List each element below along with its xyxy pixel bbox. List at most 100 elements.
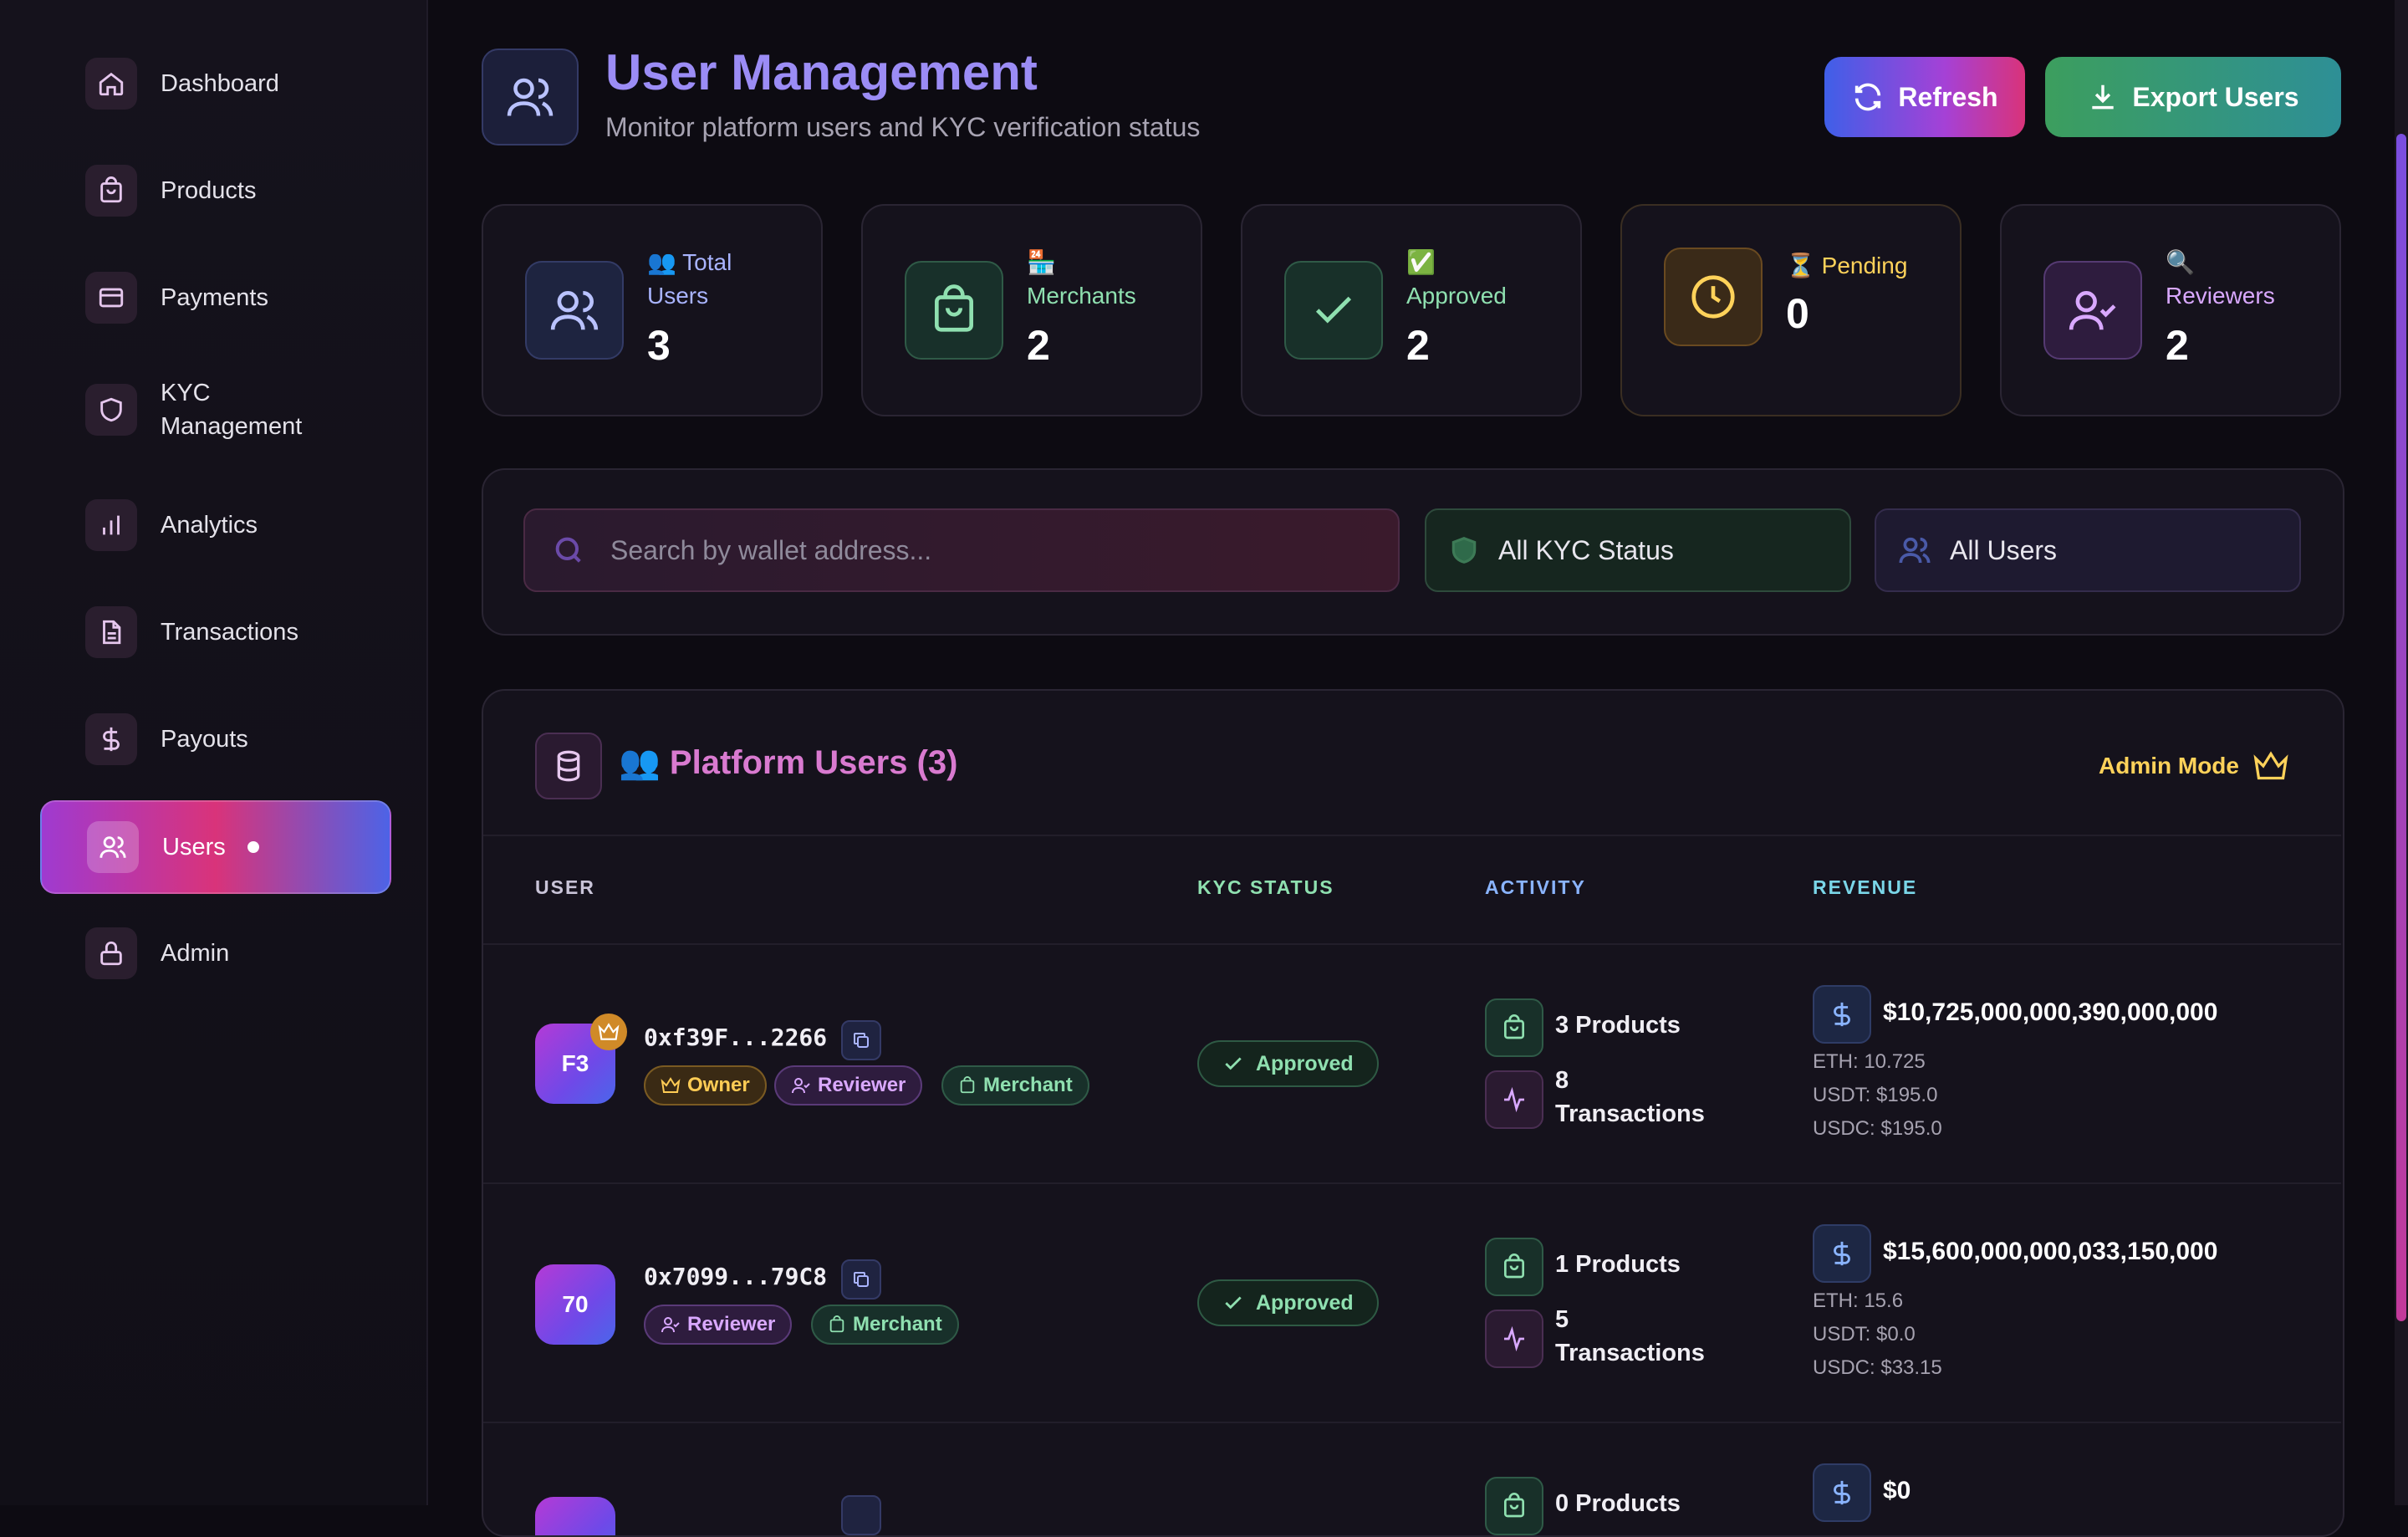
bag-icon — [1485, 1238, 1543, 1296]
copy-address-button[interactable] — [841, 1259, 881, 1300]
kyc-status-text: Approved — [1256, 1051, 1354, 1075]
avatar-initials: 70 — [562, 1291, 589, 1317]
reviewer-tag: Reviewer — [644, 1305, 793, 1345]
products-count: 1 Products — [1555, 1251, 1681, 1278]
products-count: 0 Products — [1555, 1490, 1681, 1517]
user-type-select[interactable]: All Users — [1875, 508, 2301, 592]
sidebar-item-users[interactable]: Users — [40, 800, 391, 894]
avatar-initials: F3 — [561, 1050, 589, 1076]
sidebar-item-analytics[interactable]: Analytics — [40, 480, 388, 570]
sidebar-item-label: Payouts — [161, 726, 248, 753]
user-check-icon — [2043, 261, 2142, 360]
stat-label: ⏳ Pending — [1786, 249, 1907, 283]
dollar-icon — [85, 713, 137, 765]
revenue-usdc: USDC: $33.15 — [1813, 1356, 1942, 1379]
sidebar-item-label: KYC Management — [161, 376, 302, 443]
refresh-icon — [1855, 83, 1881, 111]
tag-label: Reviewer — [818, 1074, 906, 1096]
avatar — [535, 1497, 615, 1535]
stat-label: ✅ Approved — [1406, 246, 1507, 313]
shield-icon — [85, 384, 137, 436]
revenue-usdt: USDT: $195.0 — [1813, 1084, 1938, 1106]
stat-value: 2 — [1027, 322, 1050, 369]
stat-label: 🔍 Reviewers — [2166, 246, 2275, 313]
label-line: KYC — [161, 380, 211, 406]
shield-icon — [1451, 537, 1477, 564]
kyc-status-value: All KYC Status — [1498, 534, 1674, 565]
label-line: Pending — [1821, 253, 1908, 278]
wallet-address: 0xf39F...2266 — [644, 1024, 828, 1051]
check-icon — [1284, 261, 1383, 360]
sidebar-item-kyc-management[interactable]: KYC Management — [40, 365, 388, 455]
label-line: Merchants — [1027, 283, 1136, 309]
stat-label: 👥 Total Users — [647, 246, 732, 313]
admin-mode-label: Admin Mode — [2099, 753, 2239, 779]
revenue-usdt: USDT: $0.0 — [1813, 1323, 1916, 1346]
sidebar-item-products[interactable]: Products — [40, 146, 388, 236]
label-line: Reviewers — [2166, 283, 2275, 309]
emoji: 🏪 — [1027, 249, 1056, 275]
merchant-tag: Merchant — [941, 1065, 1089, 1106]
export-users-button[interactable]: Export Users — [2045, 57, 2341, 137]
kyc-status-text: Approved — [1256, 1290, 1354, 1315]
sidebar-item-payouts[interactable]: Payouts — [40, 694, 388, 784]
users-icon — [525, 261, 624, 360]
revenue-total: $15,600,000,000,033,150,000 — [1883, 1238, 2218, 1265]
emoji: ✅ — [1406, 249, 1436, 275]
document-icon — [85, 606, 137, 658]
bar-chart-icon — [85, 499, 137, 551]
label-line: Approved — [1406, 283, 1507, 309]
sidebar-item-label: Analytics — [161, 512, 258, 539]
copy-icon — [854, 1033, 869, 1048]
stat-card-approved: ✅ Approved 2 — [1241, 204, 1582, 416]
bag-icon — [1485, 998, 1543, 1057]
stat-value: 0 — [1786, 290, 1809, 337]
crown-icon — [590, 1014, 627, 1050]
platform-users-table: 👥 Platform Users (3) Admin Mode USER KYC… — [482, 689, 2344, 1537]
kyc-status-badge: Approved — [1197, 1279, 1379, 1326]
main-content: User Management Monitor platform users a… — [428, 0, 2385, 1537]
page-title: User Management — [605, 44, 1038, 100]
refresh-button[interactable]: Refresh — [1824, 57, 2025, 137]
stat-card-merchants: 🏪 Merchants 2 — [861, 204, 1202, 416]
label-line: Total — [682, 249, 732, 275]
dollar-icon — [1813, 1463, 1871, 1522]
bag-icon — [85, 165, 137, 217]
sidebar-item-transactions[interactable]: Transactions — [40, 587, 388, 677]
activity-icon — [1485, 1310, 1543, 1368]
search-input[interactable]: Search by wallet address... — [523, 508, 1400, 592]
stat-value: 2 — [2166, 322, 2189, 369]
scrollbar[interactable] — [2395, 0, 2408, 1505]
sidebar-item-admin[interactable]: Admin — [40, 908, 388, 998]
bag-icon — [905, 261, 1003, 360]
home-icon — [85, 58, 137, 110]
merchant-tag: Merchant — [811, 1305, 959, 1345]
emoji: 🔍 — [2166, 249, 2195, 275]
sidebar-item-label: Transactions — [161, 619, 298, 646]
sidebar: Dashboard Products Payments KYC Manageme… — [0, 0, 428, 1505]
products-count: 3 Products — [1555, 1012, 1681, 1039]
sidebar-item-dashboard[interactable]: Dashboard — [40, 38, 388, 129]
users-icon — [482, 49, 579, 146]
divider — [483, 1422, 2341, 1423]
tag-label: Reviewer — [687, 1313, 776, 1335]
copy-address-button[interactable] — [841, 1495, 881, 1535]
column-header-revenue: REVENUE — [1813, 876, 1918, 898]
emoji: ⏳ — [1786, 253, 1815, 278]
admin-mode-indicator: Admin Mode — [2099, 749, 2289, 783]
divider — [483, 835, 2341, 836]
transactions-label: Transactions — [1555, 1340, 1705, 1366]
label-line: Management — [161, 413, 303, 440]
sidebar-item-payments[interactable]: Payments — [40, 253, 388, 343]
bag-icon — [1485, 1477, 1543, 1535]
scrollbar-thumb[interactable] — [2396, 134, 2406, 1321]
stat-value: 3 — [647, 322, 671, 369]
users-icon — [1899, 537, 1931, 564]
crown-icon — [2253, 751, 2288, 780]
search-icon — [555, 537, 581, 563]
bag-icon — [829, 1315, 844, 1333]
kyc-status-select[interactable]: All KYC Status — [1425, 508, 1851, 592]
copy-address-button[interactable] — [841, 1020, 881, 1060]
activity-icon — [1485, 1070, 1543, 1129]
column-header-activity: ACTIVITY — [1485, 876, 1586, 898]
